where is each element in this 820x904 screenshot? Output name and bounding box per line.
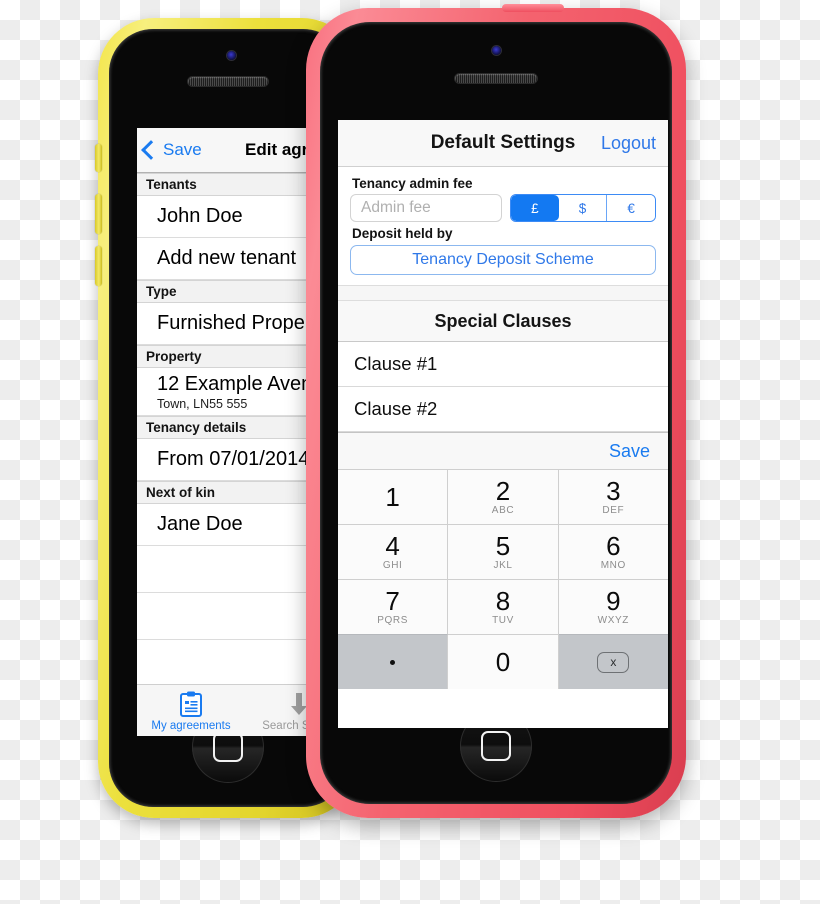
chevron-left-icon	[141, 140, 161, 160]
key-delete[interactable]: x	[558, 634, 668, 689]
key-letters: TUV	[492, 614, 514, 626]
key-letters: DEF	[602, 504, 625, 516]
keypad-row-3: 7 PQRS 8 TUV 9 WXYZ	[338, 579, 668, 634]
key-decimal[interactable]	[338, 634, 449, 689]
section-spacer	[338, 285, 668, 301]
key-9[interactable]: 9 WXYZ	[558, 579, 668, 634]
key-letters: PQRS	[377, 614, 409, 626]
currency-segmented-control: £ $ €	[510, 194, 656, 222]
front-camera-icon	[227, 51, 236, 60]
key-letters: GHI	[382, 559, 403, 571]
decimal-point-icon	[390, 659, 396, 665]
key-number: 8	[495, 585, 511, 616]
admin-fee-row: Admin fee £ $ €	[350, 194, 656, 222]
phone-device-pink: Default Settings Logout Tenancy admin fe…	[306, 4, 686, 818]
admin-fee-input[interactable]: Admin fee	[350, 194, 502, 222]
volume-down-button[interactable]	[95, 246, 102, 286]
keypad-save-button[interactable]: Save	[609, 441, 650, 462]
volume-up-button[interactable]	[95, 194, 102, 234]
power-button[interactable]	[502, 4, 564, 12]
key-8[interactable]: 8 TUV	[448, 579, 559, 634]
home-square-icon	[481, 731, 511, 761]
currency-option-gbp[interactable]: £	[511, 195, 559, 221]
key-number: 0	[495, 646, 511, 677]
front-camera-icon	[492, 46, 501, 55]
back-save-button[interactable]: Save	[141, 140, 202, 160]
screen-right-phone: Default Settings Logout Tenancy admin fe…	[338, 120, 668, 728]
clipboard-icon	[180, 691, 202, 717]
mute-switch-button[interactable]	[95, 144, 102, 172]
deposit-held-by-label: Deposit held by	[352, 226, 453, 241]
back-button-label: Save	[163, 140, 202, 159]
settings-form: Tenancy admin fee Admin fee £ $ € Deposi…	[338, 167, 668, 285]
key-2[interactable]: 2 ABC	[448, 469, 559, 524]
tab-my-agreements[interactable]: My agreements	[137, 685, 245, 736]
key-7[interactable]: 7 PQRS	[338, 579, 449, 634]
keypad-toolbar: Save	[338, 433, 668, 469]
scene-stage: Save Edit agreement Tenants John Doe Add…	[0, 0, 820, 904]
earpiece-speaker	[188, 77, 268, 86]
keypad-row-1: 1 2 ABC 3 DEF	[338, 469, 668, 524]
key-4[interactable]: 4 GHI	[338, 524, 449, 579]
key-number: 4	[385, 530, 400, 561]
key-6[interactable]: 6 MNO	[558, 524, 668, 579]
deposit-scheme-button[interactable]: Tenancy Deposit Scheme	[350, 245, 656, 275]
navigation-bar-right: Default Settings Logout	[338, 120, 668, 167]
key-letters: MNO	[600, 559, 626, 571]
numeric-keypad: Save 1 2 ABC 3 DEF 4 GHI 5 JKL 6 MNO 7 P…	[338, 432, 668, 689]
key-number: 7	[385, 585, 400, 616]
earpiece-speaker	[455, 74, 537, 83]
key-letters: ABC	[491, 504, 515, 516]
key-number: 6	[606, 530, 621, 561]
admin-fee-label: Tenancy admin fee	[352, 176, 473, 191]
key-5[interactable]: 5 JKL	[448, 524, 559, 579]
backspace-icon: x	[597, 651, 630, 673]
key-number: 3	[606, 475, 621, 506]
key-number: 5	[495, 530, 511, 561]
tab-label: My agreements	[151, 720, 231, 732]
page-title-right: Default Settings	[430, 132, 576, 153]
logout-button[interactable]: Logout	[601, 133, 656, 154]
key-1[interactable]: 1	[338, 469, 449, 524]
special-clauses-header: Special Clauses	[338, 301, 668, 342]
list-item[interactable]: Clause #1	[338, 342, 668, 387]
home-square-icon	[213, 732, 243, 762]
currency-option-usd[interactable]: $	[558, 195, 608, 221]
key-number: 2	[495, 475, 511, 506]
key-number: 1	[385, 481, 400, 512]
key-3[interactable]: 3 DEF	[558, 469, 668, 524]
key-0[interactable]: 0	[448, 634, 559, 689]
key-letters: WXYZ	[597, 614, 629, 626]
key-number: 9	[606, 585, 621, 616]
keypad-row-4: 0 x	[338, 634, 668, 689]
currency-option-eur[interactable]: €	[607, 195, 655, 221]
key-letters: JKL	[493, 559, 513, 571]
keypad-row-2: 4 GHI 5 JKL 6 MNO	[338, 524, 668, 579]
list-item[interactable]: Clause #2	[338, 387, 668, 432]
